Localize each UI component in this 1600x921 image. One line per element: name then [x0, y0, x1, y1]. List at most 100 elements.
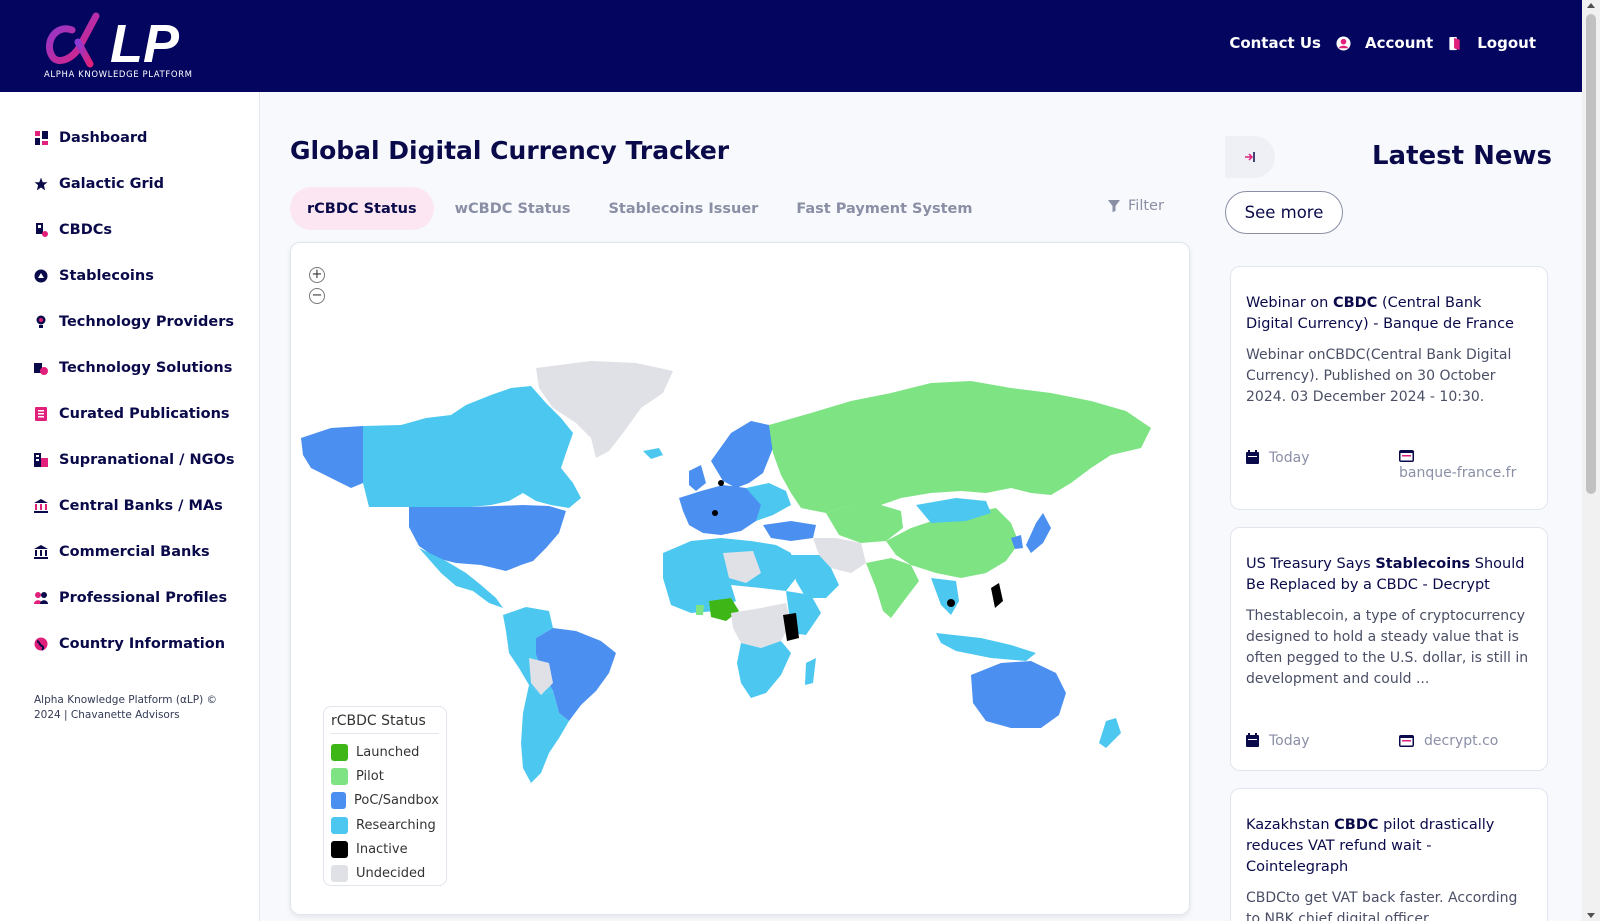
region-turkey [763, 521, 816, 541]
dashboard-icon [34, 131, 48, 145]
sidebar-item-country-information[interactable]: Country Information [34, 636, 225, 652]
logout-icon [1447, 35, 1463, 51]
region-alaska [301, 426, 363, 488]
map-legend: rCBDC Status Launched Pilot PoC/Sandbox … [323, 706, 447, 886]
people-icon [34, 591, 48, 605]
legend-swatch [331, 792, 346, 810]
news-card[interactable]: US Treasury Says Stablecoins Should Be R… [1230, 527, 1548, 771]
top-header: LP ALPHA KNOWLEDGE PLATFORM Contact Us A… [0, 0, 1582, 92]
tab-stablecoins-issuer[interactable]: Stablecoins Issuer [591, 187, 775, 230]
region-kazakhstan [826, 505, 903, 543]
sidebar-item-dashboard[interactable]: Dashboard [34, 130, 147, 146]
tab-fast-payment-system[interactable]: Fast Payment System [779, 187, 989, 230]
legend-label: Inactive [356, 841, 408, 857]
calendar-icon [1246, 450, 1259, 464]
zoom-in-button[interactable]: + [309, 267, 325, 283]
sidebar-item-stablecoins[interactable]: Stablecoins [34, 268, 154, 284]
calendar-icon [1246, 733, 1259, 747]
region-russia [769, 381, 1151, 513]
sidebar-item-galactic-grid[interactable]: Galactic Grid [34, 176, 164, 192]
alpha-logo-mark: LP [46, 12, 180, 68]
logout-link[interactable]: Logout [1477, 34, 1536, 52]
sidebar-item-label: Galactic Grid [59, 176, 164, 192]
legend-swatch [331, 840, 348, 858]
sidebar-item-label: Stablecoins [59, 268, 154, 284]
filter-label: Filter [1128, 198, 1164, 214]
region-switzerland [712, 510, 718, 516]
legend-swatch [331, 767, 348, 785]
sidebar-item-label: Curated Publications [59, 406, 230, 422]
scroll-up-arrow-icon[interactable] [1587, 3, 1595, 8]
account-icon [1335, 35, 1351, 51]
svg-text:LP: LP [110, 14, 180, 68]
bank-icon [34, 545, 48, 559]
region-netherlands [718, 480, 724, 486]
sidebar-item-label: Commercial Banks [59, 544, 210, 560]
region-central-africa [731, 603, 791, 648]
sidebar-item-central-banks[interactable]: Central Banks / MAs [34, 498, 223, 514]
news-headline[interactable]: Kazakhstan CBDC pilot drastically reduce… [1246, 815, 1532, 878]
collapse-icon [1245, 152, 1255, 162]
news-source[interactable]: decrypt.co [1399, 733, 1498, 749]
contact-us-link[interactable]: Contact Us [1229, 34, 1321, 52]
solutions-icon [34, 361, 48, 375]
scroll-thumb[interactable] [1586, 14, 1596, 494]
tab-wcbdc-status[interactable]: wCBDC Status [438, 187, 588, 230]
sidebar-item-commercial-banks[interactable]: Commercial Banks [34, 544, 210, 560]
legend-label: PoC/Sandbox [354, 793, 439, 809]
news-headline[interactable]: Webinar on CBDC (Central Bank Digital Cu… [1246, 293, 1532, 335]
news-card[interactable]: Kazakhstan CBDC pilot drastically reduce… [1230, 788, 1548, 921]
collapse-news-button[interactable] [1225, 136, 1275, 178]
sidebar-item-curated-publications[interactable]: Curated Publications [34, 406, 230, 422]
filter-button[interactable]: Filter [1108, 198, 1164, 214]
copyright-text: Alpha Knowledge Platform (αLP) © 2024 | … [34, 694, 218, 721]
region-ghana [696, 605, 704, 615]
region-australia [971, 661, 1066, 728]
tab-rcbdc-status[interactable]: rCBDC Status [290, 187, 434, 230]
stablecoin-icon [34, 269, 48, 283]
cbdc-icon [34, 223, 48, 237]
scroll-down-arrow-icon[interactable] [1587, 913, 1595, 918]
legend-title: rCBDC Status [331, 713, 439, 734]
legend-label: Researching [356, 817, 436, 833]
sidebar-item-professional-profiles[interactable]: Professional Profiles [34, 590, 227, 606]
news-body: Thestablecoin, a type of cryptocurrency … [1246, 608, 1529, 687]
news-body: Webinar onCBDC(Central Bank Digital Curr… [1246, 347, 1512, 405]
legend-item-launched: Launched [331, 740, 439, 764]
bank-icon [34, 499, 48, 513]
region-iceland [643, 448, 663, 459]
sidebar-item-label: Supranational / NGOs [59, 452, 235, 468]
sidebar-item-label: CBDCs [59, 222, 113, 238]
alp-logo[interactable]: LP ALPHA KNOWLEDGE PLATFORM [42, 10, 212, 84]
sidebar-item-technology-providers[interactable]: Technology Providers [34, 314, 234, 330]
publication-icon [34, 407, 48, 421]
region-cambodia [947, 599, 955, 607]
news-date: Today [1246, 733, 1399, 749]
sidebar: Dashboard Galactic Grid CBDCs Stablecoin… [0, 92, 260, 921]
news-card[interactable]: Webinar on CBDC (Central Bank Digital Cu… [1230, 266, 1548, 510]
news-source[interactable]: banque-france.fr [1399, 450, 1516, 481]
region-philippines [991, 583, 1003, 608]
logo-subtitle: ALPHA KNOWLEDGE PLATFORM [44, 70, 193, 80]
sidebar-item-supranational-ngos[interactable]: Supranational / NGOs [34, 452, 235, 468]
sidebar-item-cbdcs[interactable]: CBDCs [34, 222, 112, 238]
see-more-button[interactable]: See more [1225, 191, 1343, 234]
sidebar-item-technology-solutions[interactable]: Technology Solutions [34, 360, 232, 376]
sidebar-item-label: Technology Providers [59, 314, 234, 330]
region-indonesia [936, 633, 1036, 661]
top-navigation: Contact Us Account Logout [1229, 34, 1536, 52]
region-japan [1026, 513, 1051, 553]
status-tabs: rCBDC Status wCBDC Status Stablecoins Is… [290, 187, 993, 230]
building-icon [34, 453, 48, 467]
sidebar-item-label: Dashboard [59, 130, 148, 146]
legend-item-undecided: Undecided [331, 861, 439, 885]
legend-label: Pilot [356, 768, 384, 784]
star-icon [34, 177, 48, 191]
region-southeast-asia [931, 578, 959, 615]
zoom-out-button[interactable]: − [309, 288, 325, 304]
news-headline[interactable]: US Treasury Says Stablecoins Should Be R… [1246, 554, 1532, 596]
page-scrollbar[interactable] [1582, 0, 1600, 921]
legend-item-researching: Researching [331, 813, 439, 837]
account-link[interactable]: Account [1365, 34, 1433, 52]
region-madagascar [805, 658, 816, 685]
